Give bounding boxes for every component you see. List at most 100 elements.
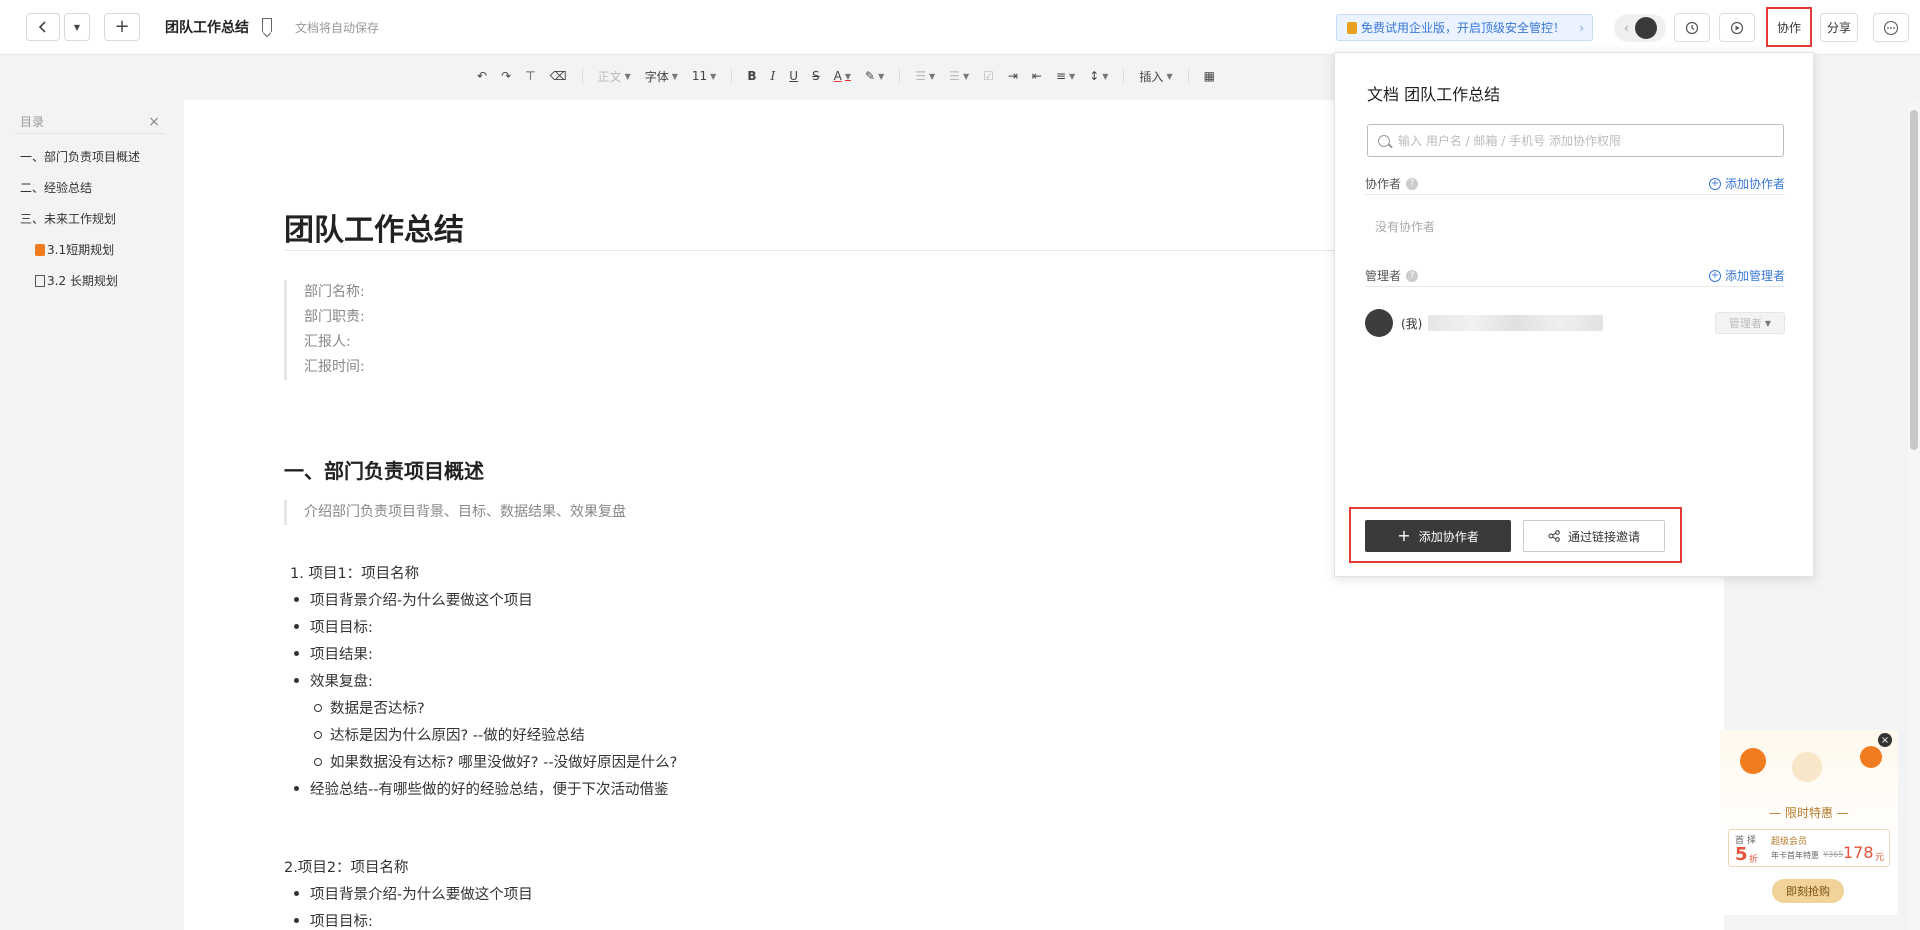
italic-icon[interactable]: I [770,69,775,83]
add-manager-link[interactable]: + 添加管理者 [1708,267,1785,284]
list-item[interactable]: 达标是因为什么原因? --做的好经验总结 [314,724,585,745]
back-button[interactable] [26,13,60,41]
clear-format-icon[interactable]: ⌫ [550,69,567,83]
document-heading[interactable]: 团队工作总结 [284,205,464,249]
plus-circle-icon: + [1708,269,1721,282]
ordered-list-icon[interactable]: ☰ ▼ [915,69,935,83]
font-color-icon[interactable]: A ▼ [834,69,851,83]
highlight-icon[interactable]: ✎ ▼ [865,69,884,83]
scrollbar-thumb[interactable] [1910,110,1918,450]
outdent-icon[interactable]: ⇤ [1032,69,1042,83]
outline-item[interactable]: 二、经验总结 [15,179,165,196]
paragraph-style-select[interactable]: 正文 ▼ [598,68,631,85]
list-item[interactable]: 效果复盘: [294,670,373,691]
section-hint[interactable]: 介绍部门负责项目背景、目标、数据结果、效果复盘 [284,500,626,525]
chevron-left-icon [38,21,46,33]
history-dropdown-button[interactable]: ▼ [64,13,90,41]
paragraph-style-label: 正文 [597,69,622,84]
list-item[interactable]: 项目背景介绍-为什么要做这个项目 [294,883,533,904]
underline-icon[interactable]: U [789,69,798,83]
list-item[interactable]: 如果数据没有达标? 哪里没做好? --没做好原因是什么? [313,751,677,772]
outline-item[interactable]: 3.2 长期规划 [15,272,165,289]
list-item[interactable]: 1. 项目1：项目名称 [290,562,419,583]
role-label: 管理者 [1728,317,1762,330]
collaborator-search-input[interactable]: 输入 用户名 / 邮箱 / 手机号 添加协作权限 [1367,124,1784,157]
add-collaborator-button[interactable]: + 添加协作者 [1365,520,1511,552]
font-select[interactable]: 字体 ▼ [645,68,678,85]
manager-row: (我) 管理者 ▼ [1365,308,1785,338]
redacted-name [1428,315,1604,331]
undo-icon[interactable]: ↶ [477,69,487,83]
top-bar: ▼ + 团队工作总结 文档将自动保存 免费试用企业版，开启顶级安全管控！ › ‹… [0,0,1920,55]
me-label: (我) [1401,316,1423,331]
person-illustration [1860,746,1882,768]
divider [581,68,583,84]
present-button[interactable] [1719,13,1755,42]
list-item[interactable]: 经验总结--有哪些做的好的经验总结，便于下次活动借鉴 [293,778,668,799]
format-painter-icon[interactable]: ⊤ [525,69,535,83]
font-size-select[interactable]: 11 ▼ [692,69,716,83]
meta-line: 部门名称: [304,284,365,300]
share-button[interactable]: 分享 [1820,13,1858,42]
divider [1123,68,1125,84]
table-icon[interactable]: ▦ [1204,69,1215,83]
plus-circle-icon: + [1708,177,1721,190]
bullet-list-icon[interactable]: ☰ ▼ [949,69,969,83]
indent-icon[interactable]: ⇥ [1008,69,1018,83]
divider [899,68,901,84]
list-item[interactable]: 项目目标: [294,616,373,637]
more-button[interactable] [1873,13,1909,42]
managers-section-header: 管理者 ? + 添加管理者 [1365,265,1785,287]
add-collaborator-link[interactable]: + 添加协作者 [1708,175,1785,192]
managers-label: 管理者 [1365,269,1402,283]
caret-down-icon: ▼ [671,71,678,81]
collaborate-button[interactable]: 协作 [1766,7,1812,47]
divider [284,250,1434,251]
caret-down-icon: ▼ [1166,71,1173,81]
calendar-icon [35,274,45,287]
format-toolbar: ↶ ↷ ⊤ ⌫ 正文 ▼ 字体 ▼ 11 ▼ B I U S A ▼ ✎ ▼ ☰ ▼ ☰ ▼ … [470,60,1222,92]
section-heading[interactable]: 一、部门负责项目概述 [284,455,484,484]
outline-sidebar: 目录 × 一、部门负责项目概述 二、经验总结 三、未来工作规划 3.1短期规划 … [15,110,165,289]
meta-quote-block[interactable]: 部门名称: 部门职责: 汇报人: 汇报时间: [284,280,365,380]
insert-menu[interactable]: 插入 ▼ [1139,68,1172,85]
invite-by-link-button[interactable]: 通过链接邀请 [1523,520,1665,552]
list-item[interactable]: 项目目标: [294,910,373,930]
ad-price: 178 [1843,843,1874,862]
help-icon[interactable]: ? [1406,177,1419,190]
scrollbar[interactable] [1908,100,1920,930]
list-item[interactable]: 项目背景介绍-为什么要做这个项目 [294,589,533,610]
list-item[interactable]: 数据是否达标? [314,697,425,718]
chevron-left-icon: ‹ [1624,21,1629,35]
outline-item[interactable]: 一、部门负责项目概述 [15,148,165,165]
close-icon[interactable]: × [1878,733,1892,747]
outline-item[interactable]: 三、未来工作规划 [15,210,165,227]
help-icon[interactable]: ? [1406,269,1419,282]
caret-down-icon: ▼ [624,71,631,81]
enterprise-promo-banner[interactable]: 免费试用企业版，开启顶级安全管控！ › [1336,14,1593,41]
strikethrough-icon[interactable]: S [812,69,820,83]
ad-old-price: ¥365 [1823,850,1844,859]
lock-icon [1347,21,1357,34]
close-icon[interactable]: × [148,114,160,130]
bookmark-icon[interactable] [262,18,272,32]
checklist-icon[interactable]: ☑ [983,69,994,83]
search-icon [1378,134,1390,147]
promo-ad[interactable]: × — 限时特惠 — 首 择 5 折 超级会员 年卡首年特惠 ¥365 178 … [1720,730,1898,915]
play-icon [1730,21,1744,34]
autosave-status: 文档将自动保存 [295,21,380,35]
invite-actions: + 添加协作者 通过链接邀请 [1349,507,1682,563]
ad-buy-button[interactable]: 即刻抢购 [1772,879,1844,903]
new-doc-button[interactable]: + [104,13,140,41]
role-select[interactable]: 管理者 ▼ [1715,312,1785,334]
line-spacing-icon[interactable]: ↕ ▼ [1089,69,1108,83]
redo-icon[interactable]: ↷ [501,69,511,83]
bold-icon[interactable]: B [747,69,756,83]
list-item[interactable]: 2.项目2：项目名称 [284,856,409,877]
history-button[interactable] [1674,13,1710,42]
doc-title[interactable]: 团队工作总结 [165,17,249,37]
align-icon[interactable]: ≡ ▼ [1056,69,1075,83]
list-item[interactable]: 项目结果: [294,643,373,664]
outline-item[interactable]: 3.1短期规划 [15,241,165,258]
online-users[interactable]: ‹ [1614,14,1666,42]
